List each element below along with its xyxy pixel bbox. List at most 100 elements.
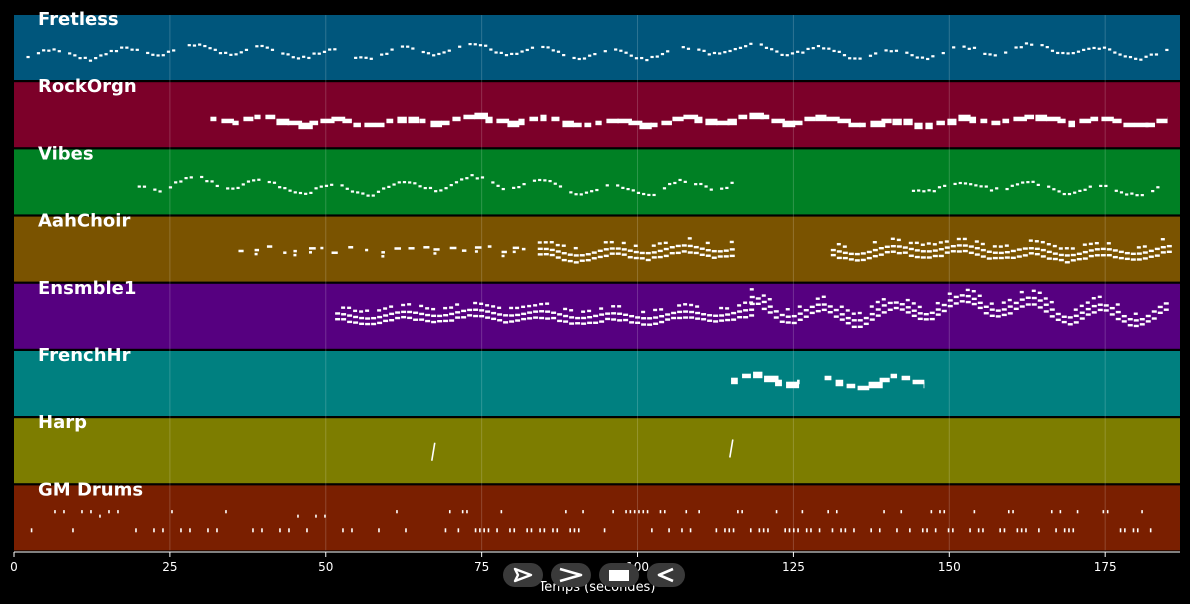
drum-hit — [252, 528, 254, 533]
note — [365, 248, 369, 252]
note — [887, 301, 893, 305]
note — [68, 52, 72, 55]
note — [575, 322, 581, 325]
stop-button[interactable] — [599, 563, 639, 587]
note — [484, 44, 488, 47]
note — [977, 306, 983, 310]
note — [971, 297, 977, 301]
note — [655, 55, 659, 58]
note — [510, 52, 514, 56]
note — [1019, 305, 1025, 308]
note — [603, 241, 608, 244]
note — [455, 316, 461, 319]
note — [1057, 118, 1066, 124]
drum-hit — [625, 510, 627, 514]
forward-button[interactable] — [551, 563, 591, 587]
track-2-band — [14, 149, 1180, 215]
note — [1040, 44, 1044, 47]
note — [1002, 118, 1010, 124]
note — [503, 321, 509, 324]
note — [309, 191, 313, 194]
note — [1024, 114, 1035, 120]
note — [364, 56, 368, 59]
note — [775, 379, 782, 387]
note — [1100, 254, 1106, 257]
x-tick-label: 175 — [1094, 560, 1117, 574]
drum-hit — [483, 528, 485, 533]
note — [1025, 303, 1031, 306]
note — [881, 298, 886, 301]
note — [387, 185, 391, 188]
drum-hit — [405, 528, 407, 533]
note — [605, 184, 609, 187]
note — [441, 120, 450, 126]
note — [761, 300, 767, 304]
note — [665, 313, 671, 316]
note — [390, 48, 394, 51]
note — [884, 49, 888, 52]
play-button[interactable] — [503, 563, 543, 587]
note — [1130, 258, 1136, 261]
note — [575, 316, 581, 320]
note — [1108, 48, 1112, 51]
note — [884, 245, 890, 248]
note-segment — [30, 528, 33, 533]
note — [1142, 257, 1148, 260]
note — [995, 309, 1001, 312]
note — [1112, 118, 1122, 124]
note — [965, 288, 970, 292]
note — [543, 241, 548, 244]
note — [1028, 247, 1034, 250]
note — [1040, 255, 1046, 258]
note — [1154, 247, 1160, 251]
drum-hit — [646, 510, 649, 514]
note — [365, 317, 371, 320]
note — [801, 51, 805, 54]
drum-hit — [1063, 528, 1066, 533]
note — [172, 49, 176, 52]
note — [845, 321, 851, 325]
note — [1099, 184, 1103, 188]
note — [1123, 55, 1127, 58]
note — [454, 181, 459, 184]
note — [432, 54, 436, 57]
note — [491, 311, 497, 315]
note — [428, 186, 433, 190]
note — [749, 308, 755, 311]
note — [487, 245, 492, 248]
note — [619, 49, 623, 52]
note — [461, 316, 467, 319]
note — [1058, 258, 1064, 262]
note — [146, 51, 150, 55]
note — [581, 316, 587, 320]
note — [723, 51, 727, 54]
note — [593, 53, 597, 56]
drum-hit — [577, 528, 580, 533]
note — [860, 252, 866, 255]
note — [397, 181, 401, 184]
note — [142, 185, 147, 188]
track-label: FrenchHr — [38, 345, 131, 366]
note — [1112, 255, 1118, 259]
note — [785, 54, 789, 57]
note — [938, 248, 944, 251]
note — [671, 311, 677, 315]
drum-hit — [741, 510, 743, 514]
note — [473, 301, 478, 305]
note — [286, 53, 290, 56]
note — [889, 50, 893, 53]
note — [803, 315, 809, 318]
note — [711, 256, 717, 259]
note — [609, 240, 614, 244]
note — [689, 303, 694, 307]
note — [611, 318, 617, 321]
rewind-button[interactable] — [647, 563, 685, 587]
drum-hit — [207, 528, 209, 533]
note — [509, 314, 515, 317]
play-outline-icon — [513, 567, 533, 583]
note — [1094, 241, 1099, 245]
note — [452, 116, 461, 122]
note — [686, 47, 691, 50]
note — [1061, 320, 1067, 324]
note — [1058, 247, 1063, 250]
